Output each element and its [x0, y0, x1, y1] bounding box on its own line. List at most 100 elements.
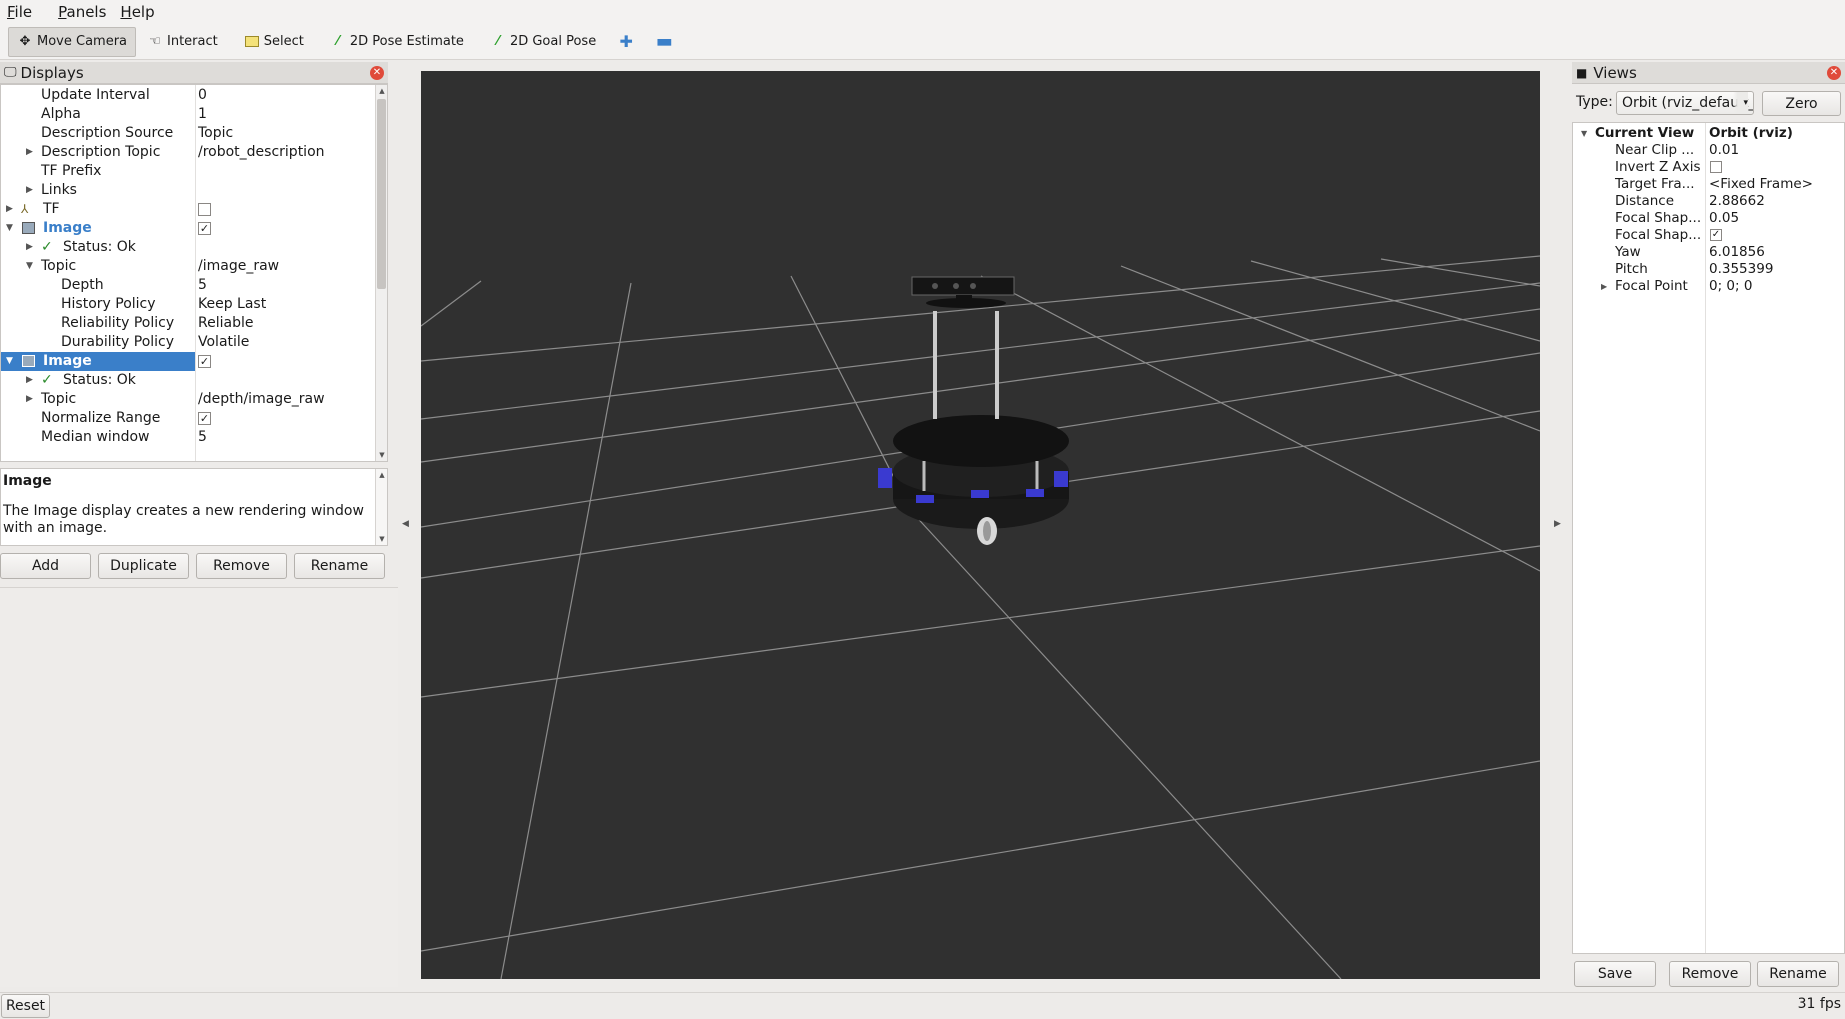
collapse-right-icon[interactable]: ▶ — [1554, 519, 1561, 529]
view-prop-row[interactable]: Yaw 6.01856 — [1573, 244, 1844, 261]
tree-row[interactable]: History Policy Keep Last — [1, 295, 377, 314]
image-enabled-checkbox[interactable]: ✓ — [198, 355, 211, 368]
fps-counter: 31 fps — [1797, 996, 1841, 1012]
tree-row[interactable]: Description Source Topic — [1, 124, 377, 143]
green-arrow-icon: ⁄ — [496, 34, 500, 49]
menubar: File Panels Help — [0, 0, 1845, 24]
expand-arrow-icon[interactable]: ▶ — [26, 238, 33, 257]
duplicate-button[interactable]: Duplicate — [98, 553, 189, 579]
expand-arrow-icon[interactable]: ▶ — [26, 371, 33, 390]
expand-arrow-icon[interactable]: ▶ — [1601, 278, 1607, 295]
move-camera-button[interactable]: ✥ Move Camera — [8, 26, 137, 57]
camera-icon: ■ — [1576, 65, 1588, 80]
goal-pose-button[interactable]: ⁄ 2D Goal Pose — [481, 27, 605, 57]
current-view-row[interactable]: ▼ Current View Orbit (rviz) — [1573, 125, 1844, 142]
scroll-up-icon[interactable]: ▲ — [376, 85, 387, 97]
expand-arrow-icon[interactable]: ▶ — [26, 181, 33, 200]
tree-row[interactable]: ▶ Links — [1, 181, 377, 200]
view-prop-row[interactable]: Focal Shap... ✓ — [1573, 227, 1844, 244]
displays-panel-title: 🖵 Displays ✕ — [0, 62, 388, 84]
description-title: Image — [3, 473, 52, 489]
rename-view-button[interactable]: Rename — [1757, 961, 1839, 987]
tree-row[interactable]: ▶ ✓ Status: Ok — [1, 238, 377, 257]
save-button[interactable]: Save — [1574, 961, 1656, 987]
displays-scrollbar[interactable]: ▲ ▼ — [375, 85, 387, 461]
zero-button[interactable]: Zero — [1762, 91, 1841, 116]
tree-row[interactable]: Depth 5 — [1, 276, 377, 295]
view-prop-row[interactable]: Focal Shap... 0.05 — [1573, 210, 1844, 227]
view-prop-row[interactable]: Invert Z Axis — [1573, 159, 1844, 176]
remove-button[interactable]: Remove — [196, 553, 287, 579]
normalize-range-checkbox[interactable]: ✓ — [198, 412, 211, 425]
image-enabled-checkbox[interactable]: ✓ — [198, 222, 211, 235]
tree-row[interactable]: Normalize Range ✓ — [1, 409, 377, 428]
collapse-arrow-icon[interactable]: ▼ — [26, 257, 33, 276]
viewport-scene — [421, 255, 1540, 979]
check-icon: ✓ — [41, 239, 53, 255]
add-button[interactable]: Add — [0, 553, 91, 579]
close-icon[interactable]: ✕ — [370, 66, 384, 80]
menu-file[interactable]: File — [0, 0, 39, 24]
tree-row[interactable]: Update Interval 0 — [1, 86, 377, 105]
views-tree[interactable]: ▼ Current View Orbit (rviz) Near Clip ..… — [1572, 122, 1845, 954]
expand-arrow-icon[interactable]: ▶ — [26, 390, 33, 409]
select-box-icon — [244, 34, 260, 50]
remove-view-button[interactable]: Remove — [1669, 961, 1751, 987]
hand-icon: ☜ — [149, 34, 161, 49]
monitor-icon: 🖵 — [4, 65, 17, 80]
expand-arrow-icon[interactable]: ▶ — [26, 143, 33, 162]
view-prop-row[interactable]: ▶ Focal Point 0; 0; 0 — [1573, 278, 1844, 295]
scroll-down-icon[interactable]: ▼ — [376, 449, 387, 461]
add-tool-button[interactable]: ✚ — [613, 27, 643, 57]
reset-button[interactable]: Reset — [1, 994, 50, 1018]
select-button[interactable]: Select — [235, 27, 313, 57]
collapse-arrow-icon[interactable]: ▼ — [6, 352, 13, 371]
green-arrow-icon: ⁄ — [336, 34, 339, 49]
invert-z-checkbox[interactable] — [1710, 161, 1722, 173]
collapse-arrow-icon[interactable]: ▼ — [1581, 125, 1587, 142]
collapse-arrow-icon[interactable]: ▼ — [6, 219, 13, 238]
views-buttons: Save Remove Rename — [1574, 961, 1839, 987]
view-prop-row[interactable]: Target Fra... <Fixed Frame> — [1573, 176, 1844, 193]
displays-tree[interactable]: Update Interval 0 Alpha 1 Description Sour… — [0, 84, 388, 462]
image-display-icon — [22, 355, 35, 367]
tree-row[interactable]: Durability Policy Volatile — [1, 333, 377, 352]
tree-row-image[interactable]: ▼ Image ✓ — [1, 219, 377, 238]
tree-row-image-selected[interactable]: ▼ Image ✓ — [1, 352, 377, 371]
tree-row-tf[interactable]: ▶ ⅄ TF — [1, 200, 377, 219]
scroll-thumb[interactable] — [377, 99, 386, 289]
interact-button[interactable]: ☜ Interact — [138, 27, 227, 57]
grid — [421, 255, 1540, 979]
tree-row[interactable]: Reliability Policy Reliable — [1, 314, 377, 333]
tree-row[interactable]: ▶ ✓ Status: Ok — [1, 371, 377, 390]
remove-tool-button[interactable]: ▬ — [651, 27, 681, 57]
scroll-down-icon[interactable]: ▼ — [376, 533, 388, 545]
view-prop-row[interactable]: Distance 2.88662 — [1573, 193, 1844, 210]
expand-arrow-icon[interactable]: ▶ — [6, 200, 13, 219]
tree-row[interactable]: Alpha 1 — [1, 105, 377, 124]
view-type-select[interactable]: Orbit (rviz_default_plugins) ▾ — [1616, 91, 1754, 115]
tree-row[interactable]: TF Prefix — [1, 162, 377, 181]
pose-estimate-button[interactable]: ⁄ 2D Pose Estimate — [321, 27, 473, 57]
image-display-icon — [22, 222, 35, 234]
rename-button[interactable]: Rename — [294, 553, 385, 579]
scroll-up-icon[interactable]: ▲ — [376, 469, 388, 481]
view-prop-row[interactable]: Near Clip ... 0.01 — [1573, 142, 1844, 159]
displays-title: Displays — [20, 63, 84, 82]
collapse-left-icon[interactable]: ◀ — [402, 519, 409, 529]
tree-row[interactable]: ▼ Topic/image_raw — [1, 257, 377, 276]
menu-help[interactable]: Help — [113, 0, 161, 24]
check-icon: ✓ — [41, 372, 53, 388]
tree-row[interactable]: Median window 5 — [1, 428, 377, 447]
minus-icon: ▬ — [655, 31, 673, 52]
description-scrollbar[interactable]: ▲ ▼ — [375, 469, 387, 545]
tree-row[interactable]: ▶ Topic/depth/image_raw — [1, 390, 377, 409]
plus-icon: ✚ — [619, 32, 633, 51]
tf-enabled-checkbox[interactable] — [198, 203, 211, 216]
tree-row[interactable]: ▶ Description Topic/robot_description — [1, 143, 377, 162]
render-viewport[interactable] — [421, 71, 1540, 979]
close-icon[interactable]: ✕ — [1827, 66, 1841, 80]
menu-panels[interactable]: Panels — [51, 0, 113, 24]
view-prop-row[interactable]: Pitch 0.355399 — [1573, 261, 1844, 278]
focal-shape-checkbox[interactable]: ✓ — [1710, 229, 1722, 241]
